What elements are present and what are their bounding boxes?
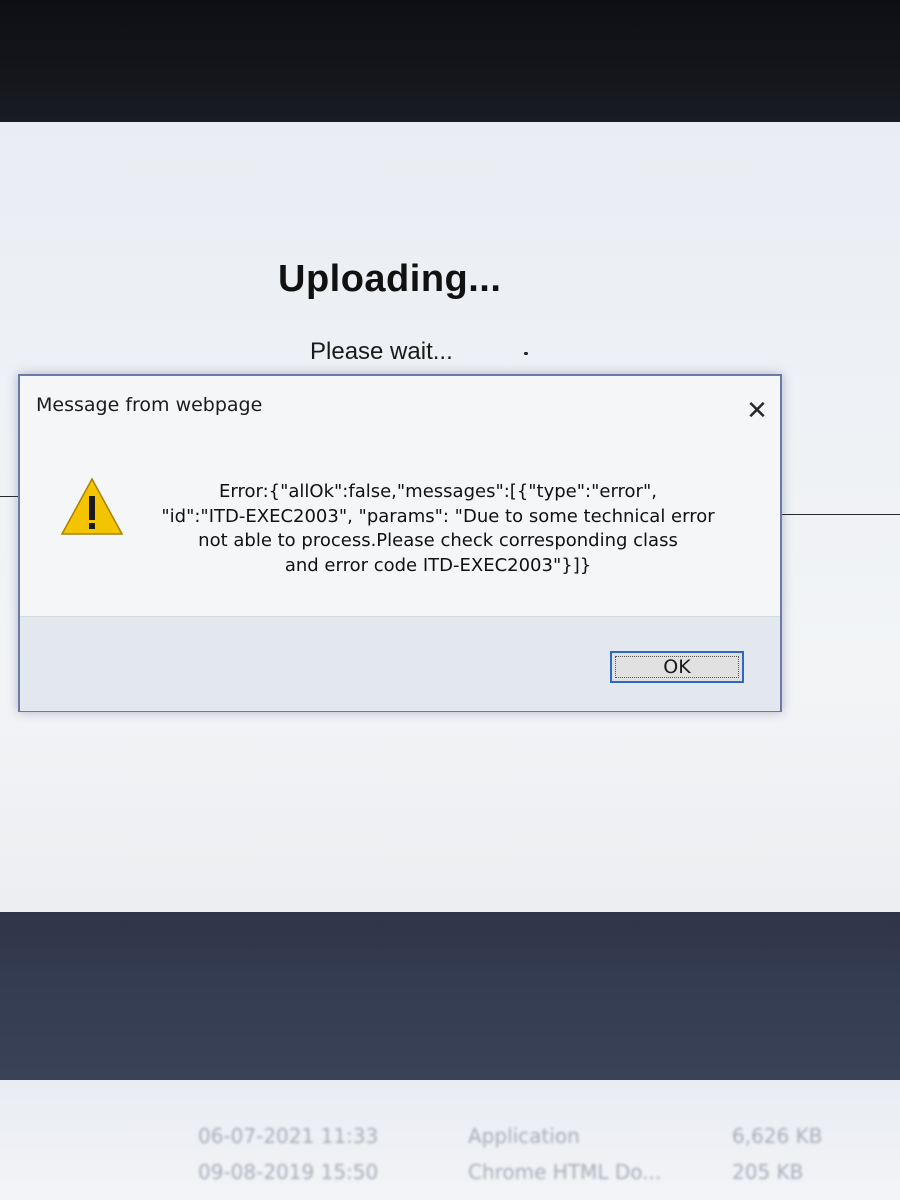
page-divider-left: [0, 496, 18, 497]
file-size: 205 KB: [732, 1160, 804, 1184]
message-dialog: Message from webpage ✕ Error:{"allOk":fa…: [18, 374, 782, 712]
monitor-bezel-top: [0, 0, 900, 140]
dialog-footer: OK: [20, 616, 780, 711]
monitor-bezel-bottom: [0, 912, 900, 1080]
spinner-dot: [524, 352, 528, 355]
ok-button[interactable]: OK: [610, 651, 744, 683]
file-type: Chrome HTML Do...: [468, 1160, 662, 1184]
page-title: Uploading...: [278, 258, 502, 300]
file-list-background: 06-07-2021 11:33 Application 6,626 KB 09…: [0, 1080, 900, 1200]
file-size: 6,626 KB: [732, 1124, 823, 1148]
page-subtitle: Please wait...: [310, 338, 453, 365]
page-divider-right: [780, 514, 900, 515]
file-date: 06-07-2021 11:33: [198, 1124, 379, 1148]
dialog-title: Message from webpage: [36, 394, 263, 416]
warning-icon: [60, 477, 124, 535]
dialog-message: Error:{"allOk":false,"messages":[{"type"…: [161, 481, 715, 576]
close-icon[interactable]: ✕: [742, 396, 772, 426]
file-row[interactable]: 09-08-2019 15:50 Chrome HTML Do... 205 K…: [0, 1160, 900, 1190]
file-type: Application: [468, 1124, 580, 1148]
file-row[interactable]: 06-07-2021 11:33 Application 6,626 KB: [0, 1124, 900, 1154]
file-date: 09-08-2019 15:50: [198, 1160, 379, 1184]
